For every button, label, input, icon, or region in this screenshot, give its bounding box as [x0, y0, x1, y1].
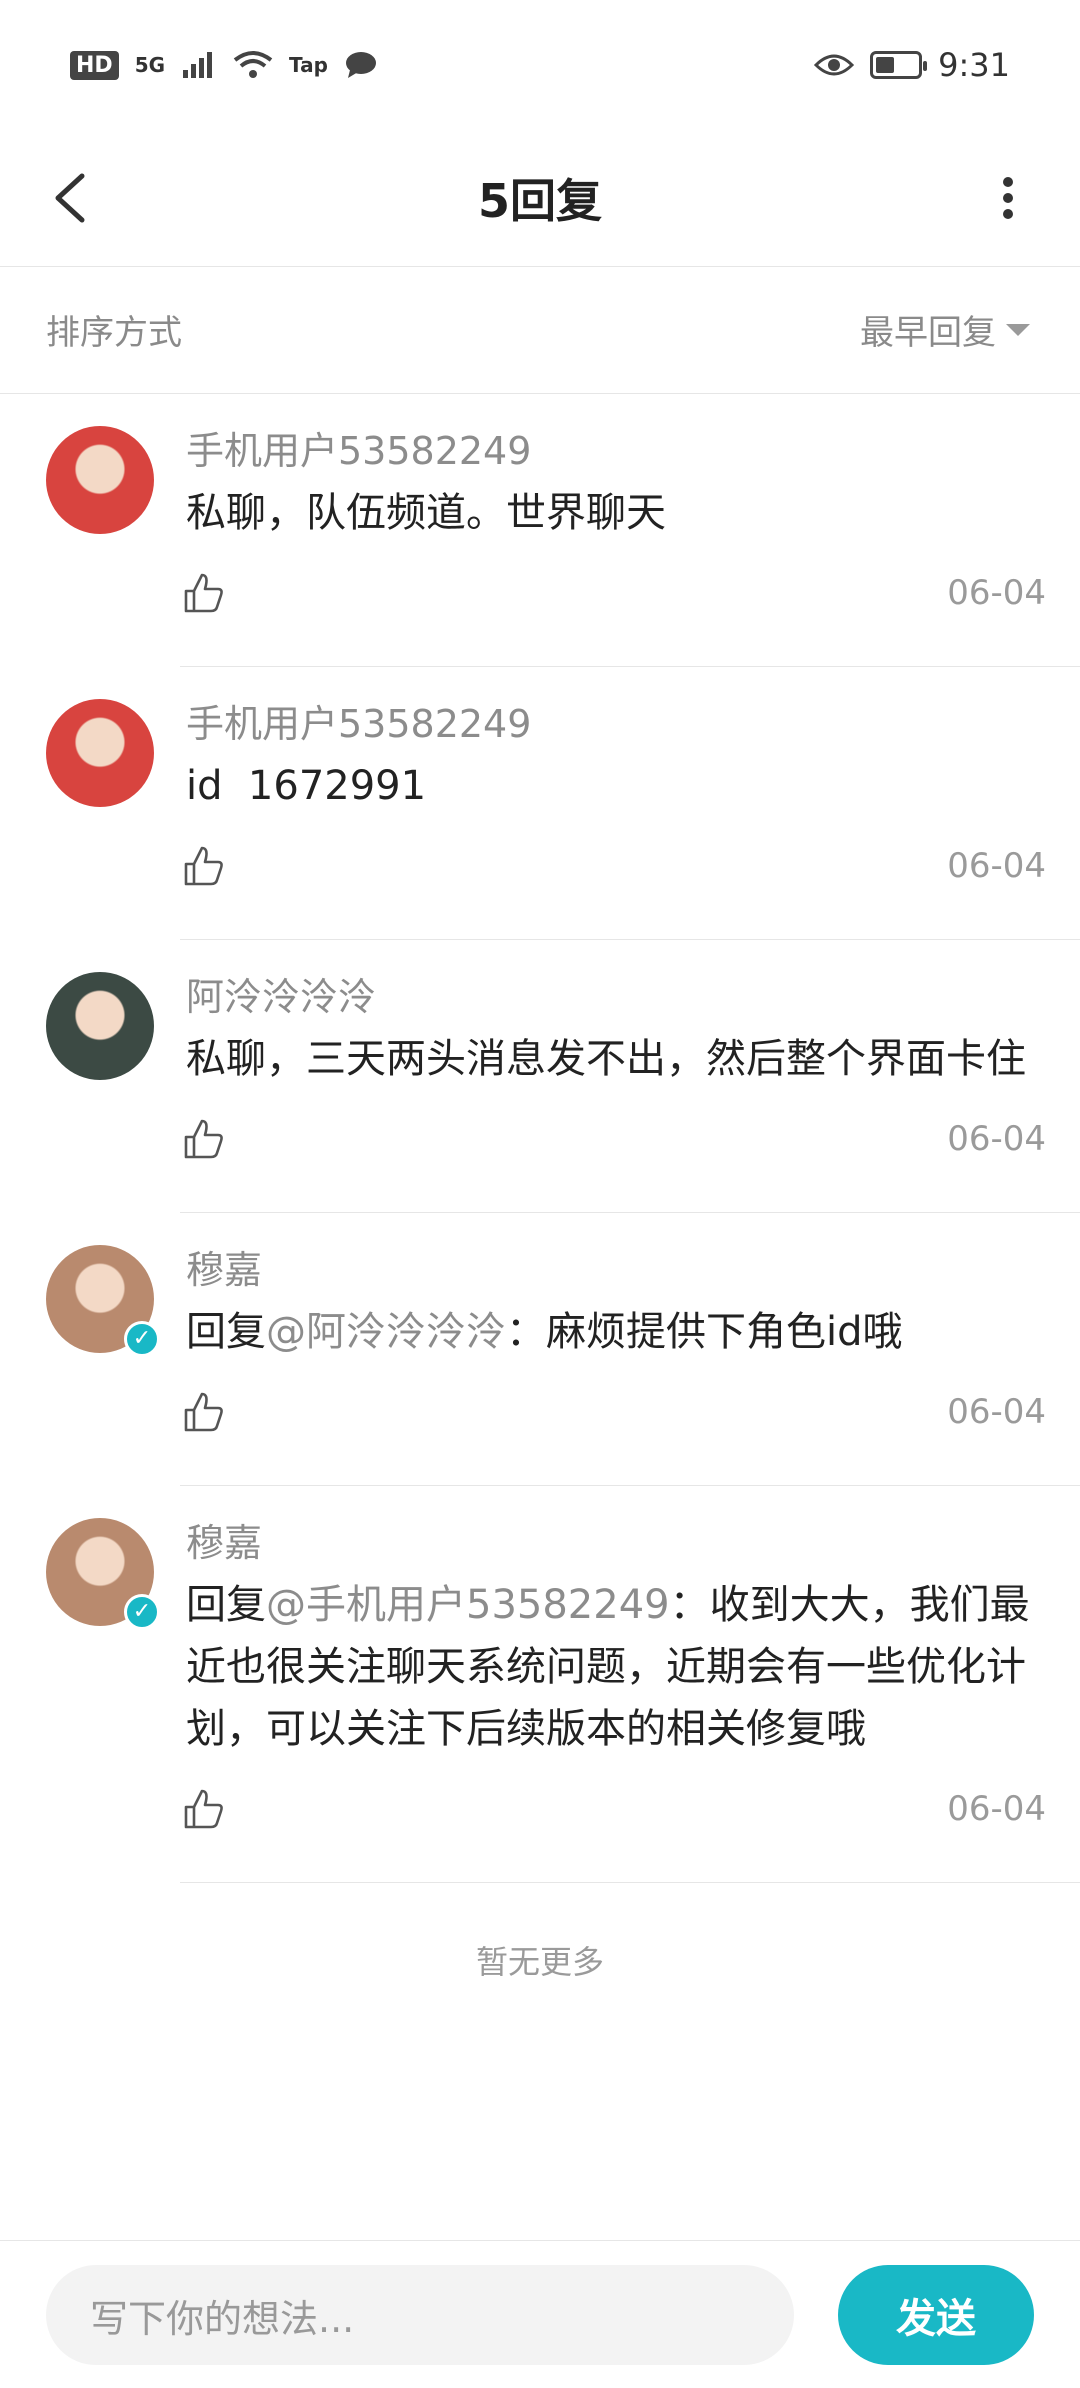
mention-link[interactable]: @手机用户53582249: [266, 1582, 670, 1628]
divider: [180, 1882, 1080, 1883]
chevron-left-icon: [55, 173, 85, 223]
wifi-icon: [233, 51, 273, 78]
status-right: 9:31: [814, 46, 1010, 84]
send-button[interactable]: 发送: [838, 2265, 1034, 2365]
comment-placeholder: 写下你的想法...: [90, 2296, 355, 2341]
reply-date: 06-04: [947, 1392, 1046, 1432]
reply-body: 私聊，三天两头消息发不出，然后整个界面卡住: [186, 1036, 1026, 1082]
more-vertical-icon: [1003, 177, 1013, 219]
page-title: 5回复: [477, 174, 602, 228]
avatar[interactable]: [46, 699, 154, 807]
avatar-image: [46, 426, 154, 534]
sort-label: 排序方式: [46, 313, 182, 353]
back-button[interactable]: [44, 170, 100, 226]
thumbs-up-icon[interactable]: [180, 1785, 228, 1833]
reply-username[interactable]: 阿泠泠泠泠: [186, 970, 1036, 1022]
more-menu-button[interactable]: [980, 164, 1036, 232]
reply-prefix: 回复: [186, 1582, 266, 1628]
comment-input[interactable]: 写下你的想法...: [46, 2265, 794, 2365]
reply-item: ✓ 穆嘉 回复@阿泠泠泠泠：麻烦提供下角色id哦 06-04: [0, 1213, 1080, 1486]
thumbs-up-icon[interactable]: [180, 1115, 228, 1163]
caret-down-icon: [1006, 323, 1030, 336]
avatar-image: [46, 699, 154, 807]
reply-item: 手机用户53582249 id 1672991 06-04: [0, 667, 1080, 940]
status-left: HD 5G Tap: [70, 50, 378, 80]
reply-body: 私聊，队伍频道。世界聊天: [186, 490, 666, 536]
signal-icon: [183, 52, 213, 78]
mention-link[interactable]: @阿泠泠泠泠: [266, 1309, 506, 1355]
reply-date: 06-04: [947, 846, 1046, 886]
reply-text: 回复@阿泠泠泠泠：麻烦提供下角色id哦: [186, 1301, 1036, 1363]
reply-body: id 1672991: [186, 763, 427, 809]
network-type: 5G: [134, 53, 166, 77]
reply-text: 私聊，三天两头消息发不出，然后整个界面卡住: [186, 1028, 1036, 1090]
clock: 9:31: [938, 46, 1010, 84]
thumbs-up-icon[interactable]: [180, 569, 228, 617]
reply-username[interactable]: 穆嘉: [186, 1516, 1036, 1568]
verified-badge-icon: ✓: [124, 1594, 160, 1630]
reply-text: id 1672991: [186, 755, 1036, 817]
thumbs-up-icon[interactable]: [180, 842, 228, 890]
avatar-image: [46, 972, 154, 1080]
sort-bar: 排序方式 最早回复: [0, 266, 1080, 394]
reply-prefix: 回复: [186, 1309, 266, 1355]
status-bar: HD 5G Tap 9:31: [0, 0, 1080, 130]
battery-icon: [870, 51, 928, 79]
top-bar: 5回复: [0, 130, 1080, 267]
thumbs-up-icon[interactable]: [180, 1388, 228, 1436]
avatar[interactable]: [46, 972, 154, 1080]
eye-icon: [814, 54, 855, 76]
hd-badge: HD: [70, 50, 119, 80]
reply-date: 06-04: [947, 1789, 1046, 1829]
reply-username[interactable]: 穆嘉: [186, 1243, 1036, 1295]
reply-item: 手机用户53582249 私聊，队伍频道。世界聊天 06-04: [0, 394, 1080, 667]
reply-item: ✓ 穆嘉 回复@手机用户53582249：收到大大，我们最近也很关注聊天系统问题…: [0, 1486, 1080, 1883]
reply-username[interactable]: 手机用户53582249: [186, 424, 1036, 476]
avatar[interactable]: [46, 426, 154, 534]
reply-username[interactable]: 手机用户53582249: [186, 697, 1036, 749]
reply-text: 回复@手机用户53582249：收到大大，我们最近也很关注聊天系统问题，近期会有…: [186, 1574, 1036, 1760]
reply-item: 阿泠泠泠泠 私聊，三天两头消息发不出，然后整个界面卡住 06-04: [0, 940, 1080, 1213]
verified-badge-icon: ✓: [124, 1321, 160, 1357]
battery-level: [876, 57, 895, 73]
tap-label: Tap: [289, 53, 328, 77]
reply-date: 06-04: [947, 573, 1046, 613]
composer-bar: 写下你的想法... 发送: [0, 2240, 1080, 2388]
chat-bubble-icon: [345, 52, 376, 78]
sort-value: 最早回复: [860, 313, 996, 353]
reply-text: 私聊，队伍频道。世界聊天: [186, 482, 1036, 544]
reply-date: 06-04: [947, 1119, 1046, 1159]
sort-dropdown[interactable]: 最早回复: [860, 305, 1030, 354]
no-more-label: 暂无更多: [475, 1943, 604, 1981]
reply-body: ：麻烦提供下角色id哦: [506, 1309, 903, 1355]
avatar[interactable]: ✓: [46, 1518, 160, 1630]
avatar[interactable]: ✓: [46, 1245, 160, 1357]
reply-list: 手机用户53582249 私聊，队伍频道。世界聊天 06-04 手机用户5358…: [0, 394, 1080, 1983]
